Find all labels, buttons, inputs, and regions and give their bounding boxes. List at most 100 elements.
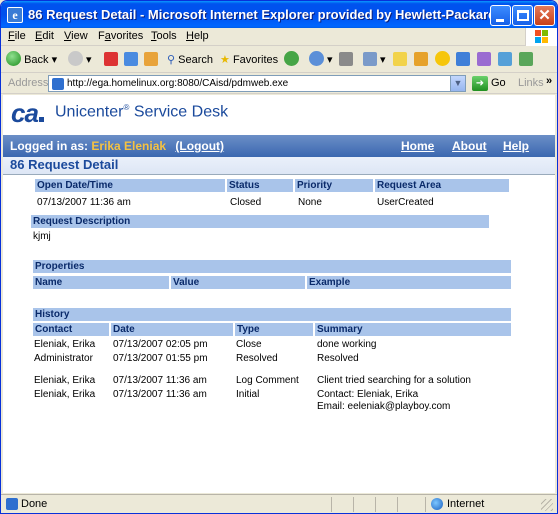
smiley-button[interactable] — [435, 51, 450, 69]
prop-header-value: Value — [171, 276, 305, 289]
windows-logo — [525, 28, 557, 46]
history-contact: Eleniak, Erika — [34, 375, 96, 386]
edit-button[interactable]: ▾ — [363, 51, 386, 69]
history-header-date: Date — [111, 323, 233, 336]
history-type: Resolved — [236, 353, 278, 364]
back-arrow-icon — [6, 51, 21, 66]
share-button[interactable] — [456, 51, 470, 69]
maximize-icon — [517, 10, 529, 21]
menu-view[interactable]: View — [64, 30, 88, 42]
messenger-button[interactable] — [414, 51, 428, 69]
chevron-right-icon[interactable]: » — [546, 75, 552, 87]
properties-section: Properties — [33, 260, 511, 273]
menu-file-label: F — [8, 30, 15, 42]
nav-bar: Logged in as: Erika Eleniak (Logout) Hom… — [3, 135, 555, 157]
share-icon — [456, 52, 470, 66]
refresh-button[interactable] — [124, 51, 138, 69]
chevron-down-icon: ▼ — [453, 78, 463, 88]
home-link[interactable]: Home — [401, 139, 434, 153]
star-icon: ★ — [220, 54, 230, 66]
contacts-button[interactable] — [498, 51, 512, 69]
minimize-icon — [496, 19, 504, 22]
menu-help-label: H — [186, 30, 194, 42]
ca-logo-text: ca — [11, 98, 39, 128]
standard-toolbar: Back ▾ ▾ ⚲ Search ★ Favorites ▾ ▾ — [1, 47, 557, 73]
menu-tools[interactable]: Tools — [151, 30, 177, 42]
header-request-area: Request Area — [375, 179, 509, 192]
page-icon — [52, 78, 64, 90]
tools-extra-button[interactable] — [519, 51, 533, 69]
messenger-icon — [414, 52, 428, 66]
address-dropdown-button[interactable]: ▼ — [450, 75, 466, 92]
contacts-icon — [498, 52, 512, 66]
history-summary-line2: Email: eeleniak@playboy.com — [317, 401, 451, 412]
smiley-icon — [435, 51, 450, 66]
history-date: 07/13/2007 11:36 am — [113, 389, 207, 400]
logged-in-status: Logged in as: Erika Eleniak (Logout) — [10, 139, 224, 153]
home-button[interactable] — [144, 51, 158, 69]
research-button[interactable] — [477, 51, 491, 69]
menu-edit-label: E — [35, 30, 43, 42]
history-type: Log Comment — [236, 375, 299, 386]
research-icon — [477, 52, 491, 66]
history-button[interactable] — [284, 51, 299, 69]
address-url: http://ega.homelinux.org:8080/CAisd/pdmw… — [67, 78, 289, 89]
history-header-summary: Summary — [315, 323, 511, 336]
history-contact: Eleniak, Erika — [34, 389, 96, 400]
windows-flag-icon — [535, 30, 549, 44]
help-link[interactable]: Help — [503, 139, 529, 153]
page-title: 86 Request Detail — [10, 157, 119, 172]
folder-button[interactable] — [393, 51, 407, 69]
stop-icon — [104, 52, 118, 66]
logout-link[interactable]: (Logout) — [175, 139, 224, 153]
history-date: 07/13/2007 02:05 pm — [113, 339, 208, 350]
status-divider — [331, 497, 332, 512]
history-contact: Eleniak, Erika — [34, 339, 96, 350]
favorites-button[interactable]: ★ Favorites — [220, 51, 278, 69]
address-label: Address — [8, 77, 49, 89]
minimize-button[interactable] — [490, 5, 511, 26]
status-divider — [375, 497, 376, 512]
maximize-button[interactable] — [512, 5, 533, 26]
history-contact: Administrator — [34, 353, 93, 364]
forward-button[interactable]: ▾ — [68, 51, 92, 69]
resize-grip[interactable] — [541, 499, 553, 511]
address-input[interactable]: http://ega.homelinux.org:8080/CAisd/pdmw… — [48, 75, 466, 92]
internet-zone-icon — [431, 498, 443, 510]
status-value: Closed — [230, 197, 262, 208]
menu-tools-label: T — [151, 30, 157, 42]
address-bar: Address http://ega.homelinux.org:8080/CA… — [1, 74, 557, 94]
product-name-suffix: Service Desk — [129, 103, 229, 121]
stop-button[interactable] — [104, 51, 118, 69]
mail-icon — [309, 51, 324, 66]
history-summary: Resolved — [317, 353, 359, 364]
close-icon: ✕ — [538, 7, 551, 24]
ca-logo-dot — [38, 117, 44, 122]
menu-file[interactable]: File — [8, 30, 26, 42]
ie-page-icon: e — [7, 7, 23, 23]
menu-help[interactable]: Help — [186, 30, 209, 42]
go-label[interactable]: Go — [491, 77, 506, 89]
folder-icon — [393, 52, 407, 66]
home-icon — [144, 52, 158, 66]
mail-button[interactable]: ▾ — [309, 51, 333, 69]
status-divider — [397, 497, 398, 512]
back-button[interactable]: Back ▾ — [6, 51, 57, 69]
back-label: Back — [24, 54, 49, 66]
close-button[interactable]: ✕ — [534, 5, 555, 26]
links-button[interactable]: Links — [518, 77, 544, 89]
description-header: Request Description — [31, 215, 489, 228]
header-open-date: Open Date/Time — [35, 179, 225, 192]
menu-edit[interactable]: Edit — [35, 30, 54, 42]
history-header-type: Type — [235, 323, 313, 336]
title-bar[interactable]: e 86 Request Detail - Microsoft Internet… — [1, 1, 557, 29]
go-button[interactable]: ➜ — [472, 76, 488, 91]
favorites-label: Favorites — [232, 54, 279, 66]
search-button[interactable]: ⚲ Search — [167, 51, 213, 69]
product-name-main: Unicenter — [55, 103, 124, 121]
about-link[interactable]: About — [452, 139, 487, 153]
product-name: Unicenter® Service Desk — [55, 103, 228, 121]
menu-favorites[interactable]: Favorites — [98, 30, 143, 42]
header-priority: Priority — [295, 179, 373, 192]
print-button[interactable] — [339, 51, 353, 69]
